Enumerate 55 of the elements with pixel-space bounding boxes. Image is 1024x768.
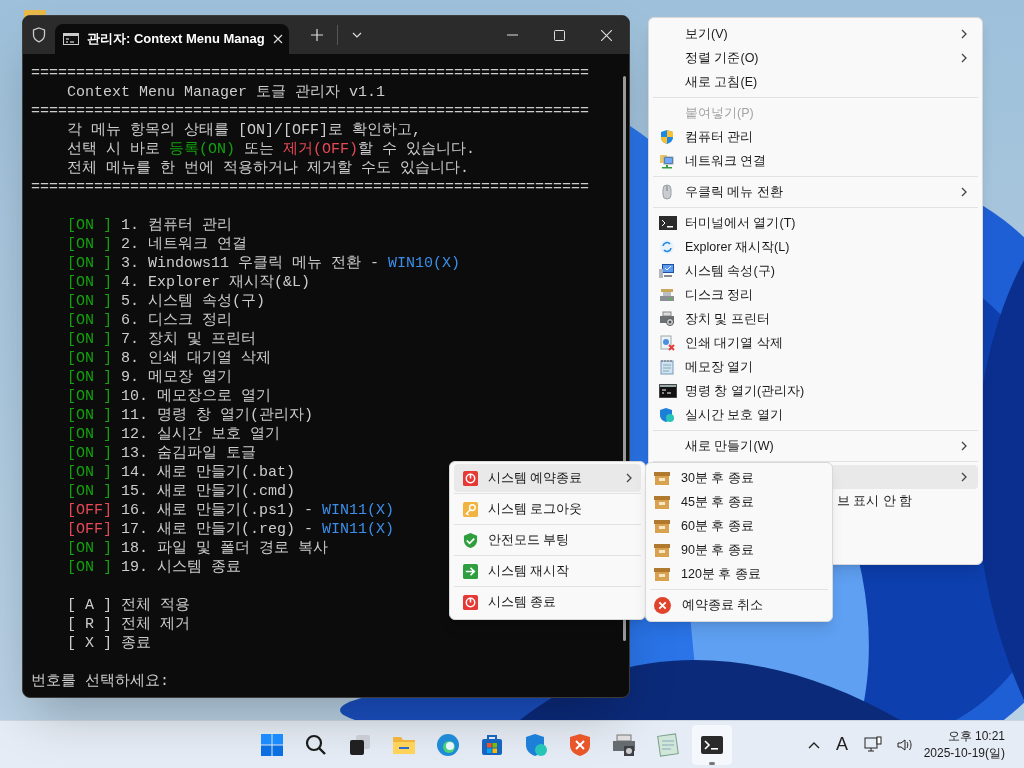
menu-option: 17. 새로 만들기(.reg) - xyxy=(121,520,314,539)
menu-option: 12. 실시간 보호 열기 xyxy=(121,425,281,444)
menu-option: 19. 시스템 종료 xyxy=(121,558,242,577)
status-tag: [ON ] xyxy=(67,482,112,501)
action-label: 전체 제거 xyxy=(121,615,191,634)
status-tag: [OFF] xyxy=(67,501,112,520)
status-tag: [ON ] xyxy=(67,273,112,292)
status-tag: [ON ] xyxy=(67,235,112,254)
status-tag: [OFF] xyxy=(67,520,112,539)
intro-line: 선택 시 바로 등록(ON) 또는 제거(OFF)할 수 있습니다. xyxy=(67,140,476,159)
menu-option: 9. 메모장 열기 xyxy=(121,368,233,387)
rule-line: ============================================================== xyxy=(31,178,590,197)
status-tag: [ON ] xyxy=(67,311,112,330)
status-tag: [ON ] xyxy=(67,558,112,577)
rule-line: ============================================================== xyxy=(31,64,590,83)
status-tag: [ON ] xyxy=(67,425,112,444)
menu-option: 18. 파일 및 폴더 경로 복사 xyxy=(121,539,329,558)
menu-option: 7. 장치 및 프린터 xyxy=(121,330,257,349)
version-note: WIN10(X) xyxy=(388,254,461,273)
menu-option: 3. Windows11 우클릭 메뉴 전환 - xyxy=(121,254,380,273)
status-tag: [ON ] xyxy=(67,292,112,311)
menu-option: 5. 시스템 속성(구) xyxy=(121,292,266,311)
status-tag: [ON ] xyxy=(67,254,112,273)
action-label: 전체 적용 xyxy=(121,596,191,615)
menu-option: 16. 새로 만들기(.ps1) - xyxy=(121,501,314,520)
version-note: WIN11(X) xyxy=(322,520,395,539)
menu-option: 11. 명령 창 열기(관리자) xyxy=(121,406,314,425)
input-prompt: 번호를 선택하세요: xyxy=(31,672,169,691)
status-tag: [ON ] xyxy=(67,349,112,368)
status-tag: [ON ] xyxy=(67,216,112,235)
menu-option: 15. 새로 만들기(.cmd) xyxy=(121,482,296,501)
status-tag: [ON ] xyxy=(67,539,112,558)
intro-line: 전체 메뉴를 한 번에 적용하거나 제거할 수도 있습니다. xyxy=(67,159,469,178)
status-tag: [ON ] xyxy=(67,463,112,482)
program-title: Context Menu Manager 토글 관리자 v1.1 xyxy=(67,83,386,102)
action-label: 종료 xyxy=(121,634,151,653)
menu-option: 2. 네트워크 연결 xyxy=(121,235,248,254)
menu-option: 6. 디스크 정리 xyxy=(121,311,233,330)
menu-option: 4. Explorer 재시작(&L) xyxy=(121,273,311,292)
rule-line: ============================================================== xyxy=(31,102,590,121)
status-tag: [ON ] xyxy=(67,387,112,406)
version-note: WIN11(X) xyxy=(322,501,395,520)
action-key: [ A ] xyxy=(67,596,112,615)
menu-option: 1. 컴퓨터 관리 xyxy=(121,216,233,235)
status-tag: [ON ] xyxy=(67,330,112,349)
intro-line: 각 메뉴 항목의 상태를 [ON]/[OFF]로 확인하고, xyxy=(67,121,422,140)
menu-option: 8. 인쇄 대기열 삭제 xyxy=(121,349,272,368)
status-tag: [ON ] xyxy=(67,368,112,387)
action-key: [ R ] xyxy=(67,615,112,634)
menu-option: 14. 새로 만들기(.bat) xyxy=(121,463,296,482)
status-tag: [ON ] xyxy=(67,406,112,425)
status-tag: [ON ] xyxy=(67,444,112,463)
menu-option: 10. 메모장으로 열기 xyxy=(121,387,272,406)
menu-option: 13. 숨김파일 토글 xyxy=(121,444,257,463)
action-key: [ X ] xyxy=(67,634,112,653)
